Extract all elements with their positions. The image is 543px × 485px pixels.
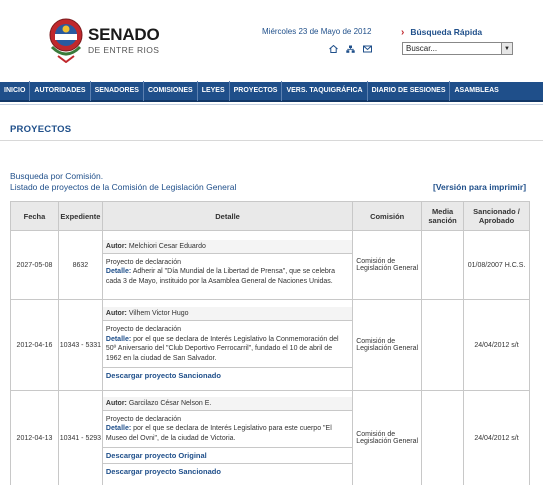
chevron-right-icon: › [401,27,405,38]
detail-text: Proyecto de declaración Detalle: Adherir… [103,254,352,291]
quick-search-label: › Búsqueda Rápida [401,27,482,38]
detail-text: Proyecto de declaración Detalle: por el … [103,321,352,367]
quick-search-text: Búsqueda Rápida [410,27,483,37]
author-label: Autor: [105,399,127,407]
col-fecha: Fecha [10,201,59,231]
cell-detalle: Autor: Garcilazo César Nelson E. Proyect… [101,390,354,485]
detail-body: por el que se declara de Interés Legisla… [105,425,332,442]
author-label: Autor: [105,310,127,317]
table-row: 2012-04-16 10343 - 5331 Autor: Vilhem Vi… [10,299,530,391]
detail-body: por el que se declara de Interés Legisla… [105,335,339,362]
nav-item-autoridades[interactable]: AUTORIDADES [30,81,91,101]
cell-media-sancion [421,390,465,485]
table-header-row: Fecha Expediente Detalle Comisión Media … [10,201,530,231]
download-original-link[interactable]: Descargar proyecto Original [102,447,353,463]
search-listing: Listado de proyectos de la Comisión de L… [10,182,237,192]
detail-body: Adherir al "Día Mundial de la Libertad d… [105,268,336,285]
cell-sancionado: 24/04/2012 s/t [463,299,530,391]
brand: SENADO DE ENTRE RIOS [88,25,160,56]
cell-expediente: 10343 - 5331 [57,299,103,391]
site-header: SENADO DE ENTRE RIOS Miércoles 23 de May… [0,0,543,82]
nav-item-inicio[interactable]: INICIO [0,81,31,101]
title-divider [0,140,543,141]
detail-label: Detalle: [105,335,132,343]
author-line: Autor: Melchiori Cesar Eduardo [102,239,353,254]
author-label: Autor: [105,242,127,250]
table-row: 2027-05-08 8632 Autor: Melchiori Cesar E… [10,230,530,300]
senate-logo[interactable] [48,17,84,63]
select-value: Buscar... [406,44,438,53]
brand-subtitle: DE ENTRE RIOS [88,45,160,55]
download-sancionado-link[interactable]: Descargar proyecto Sancionado [102,463,353,479]
col-expediente: Expediente [57,201,103,231]
col-sancionado: Sancionado / Aprobado [463,201,530,231]
print-version-link[interactable]: [Versión para imprimir] [433,182,526,192]
main-nav: INICIO AUTORIDADES SENADORES COMISIONES … [0,81,543,102]
col-detalle: Detalle [101,201,354,231]
cell-comision: Comisión de Legislación General [352,299,423,391]
cell-detalle: Autor: Melchiori Cesar Eduardo Proyecto … [101,230,354,300]
cell-media-sancion [421,230,465,300]
sitemap-icon[interactable] [346,45,355,53]
cell-expediente: 8632 [57,230,103,300]
author-line: Autor: Vilhem Victor Hugo [102,307,353,321]
nav-item-vers-taquigrafica[interactable]: VERS. TAQUIGRÁFICA [282,81,368,101]
detail-label: Detalle: [105,425,132,433]
page-title: PROYECTOS [10,124,72,135]
projects-table: Fecha Expediente Detalle Comisión Media … [10,201,530,485]
cell-expediente: 10341 - 5293 [57,390,103,485]
cell-media-sancion [421,299,465,391]
cell-sancionado: 24/04/2012 s/t [463,390,530,485]
nav-item-asambleas[interactable]: ASAMBLEAS [450,81,502,101]
project-type: Proyecto de declaración [105,326,181,333]
home-icon[interactable] [329,44,338,53]
current-date: Miércoles 23 de Mayo de 2012 [262,27,372,36]
cell-sancionado: 01/08/2007 H.C.S. [463,230,530,300]
author-name: Garcilazo César Nelson E. [128,399,212,407]
mail-icon[interactable] [363,45,372,53]
project-type: Proyecto de declaración [105,415,181,423]
search-description: Busqueda por Comisión. Listado de proyec… [10,171,236,193]
cell-comision: Comisión de Legislación General [352,230,423,300]
nav-item-comisiones[interactable]: COMISIONES [144,81,198,101]
cell-fecha: 2012-04-16 [10,299,59,391]
nav-item-diario-sesiones[interactable]: DIARIO DE SESIONES [368,81,451,101]
header-icons [329,44,372,53]
nav-item-proyectos[interactable]: PROYECTOS [230,81,283,101]
author-line: Autor: Garcilazo César Nelson E. [102,396,353,411]
cell-detalle: Autor: Vilhem Victor Hugo Proyecto de de… [101,299,354,391]
col-comision: Comisión [352,201,423,231]
download-sancionado-link[interactable]: Descargar proyecto Sancionado [102,367,353,383]
chevron-down-icon[interactable]: ▼ [501,43,512,54]
cell-comision: Comisión de Legislación General [352,390,423,485]
cell-fecha: 2012-04-13 [10,390,59,485]
search-type: Busqueda por Comisión. [10,171,104,181]
col-media-sancion: Media sanción [421,201,465,231]
brand-title: SENADO [88,25,160,44]
quick-search-select[interactable]: Buscar... ▼ [402,42,513,55]
author-name: Melchiori Cesar Eduardo [128,242,206,250]
table-row: 2012-04-13 10341 - 5293 Autor: Garcilazo… [10,390,530,485]
author-name: Vilhem Victor Hugo [128,310,189,317]
cell-fecha: 2027-05-08 [10,230,59,300]
detail-label: Detalle: [105,268,132,276]
detail-text: Proyecto de declaración Detalle: por el … [103,411,352,448]
nav-divider [0,104,543,105]
nav-item-leyes[interactable]: LEYES [198,81,230,101]
project-type: Proyecto de declaración [105,258,181,266]
nav-item-senadores[interactable]: SENADORES [91,81,144,101]
